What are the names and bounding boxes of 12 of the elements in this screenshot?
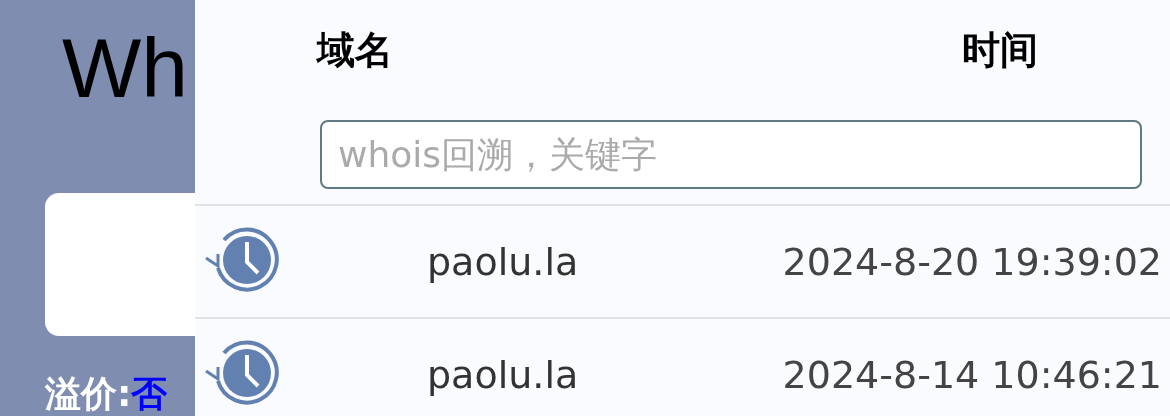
premium-value: 否: [131, 373, 168, 414]
history-row[interactable]: paolu.la 2024-8-14 10:46:21: [195, 319, 1170, 416]
time-cell: 2024-8-14 10:46:21: [782, 352, 1162, 397]
column-header: 域名: [315, 26, 394, 74]
premium-label: 溢价:: [45, 373, 132, 414]
history-row[interactable]: paolu.la 2024-8-20 19:39:02: [195, 206, 1170, 319]
search-field[interactable]: whois回溯，关键字: [320, 120, 1142, 189]
page-title: Wh: [62, 26, 189, 110]
time-cell: 2024-8-20 19:39:02: [782, 239, 1162, 284]
domain-cell: paolu.la: [427, 239, 579, 284]
column-header: 时间: [961, 26, 1039, 74]
domain-cell: paolu.la: [427, 352, 579, 397]
